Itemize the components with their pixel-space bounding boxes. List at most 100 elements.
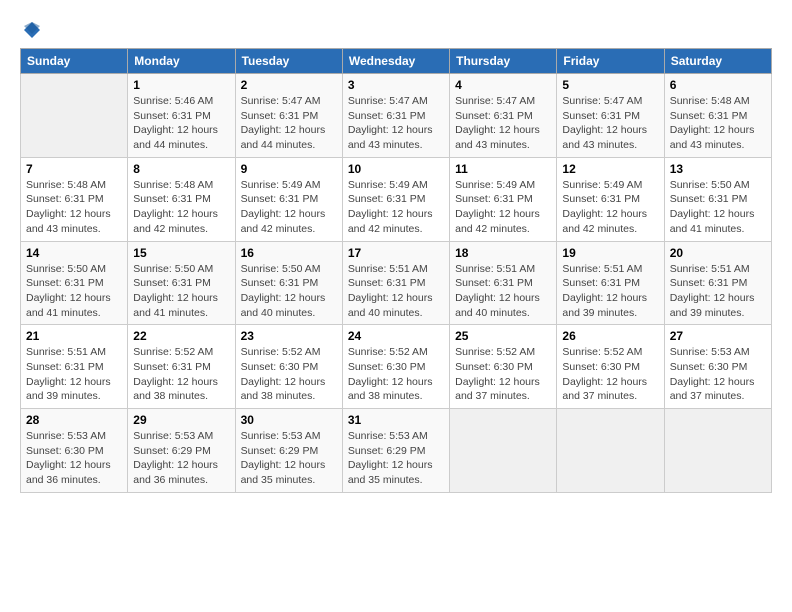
day-info: Sunrise: 5:51 AMSunset: 6:31 PMDaylight:… <box>670 262 766 321</box>
day-info: Sunrise: 5:51 AMSunset: 6:31 PMDaylight:… <box>348 262 444 321</box>
day-number: 4 <box>455 78 551 92</box>
day-number: 16 <box>241 246 337 260</box>
calendar-cell: 1 Sunrise: 5:46 AMSunset: 6:31 PMDaylight… <box>128 74 235 158</box>
day-info: Sunrise: 5:49 AMSunset: 6:31 PMDaylight:… <box>455 178 551 237</box>
day-number: 17 <box>348 246 444 260</box>
day-number: 13 <box>670 162 766 176</box>
day-number: 30 <box>241 413 337 427</box>
day-number: 11 <box>455 162 551 176</box>
day-info: Sunrise: 5:49 AMSunset: 6:31 PMDaylight:… <box>241 178 337 237</box>
weekday-header-sunday: Sunday <box>21 49 128 74</box>
day-number: 15 <box>133 246 229 260</box>
day-info: Sunrise: 5:51 AMSunset: 6:31 PMDaylight:… <box>455 262 551 321</box>
calendar-cell: 28 Sunrise: 5:53 AMSunset: 6:30 PMDayligh… <box>21 409 128 493</box>
day-info: Sunrise: 5:47 AMSunset: 6:31 PMDaylight:… <box>562 94 658 153</box>
day-info: Sunrise: 5:51 AMSunset: 6:31 PMDaylight:… <box>26 345 122 404</box>
week-row-5: 28 Sunrise: 5:53 AMSunset: 6:30 PMDayligh… <box>21 409 772 493</box>
day-info: Sunrise: 5:49 AMSunset: 6:31 PMDaylight:… <box>562 178 658 237</box>
calendar-cell <box>664 409 771 493</box>
day-number: 28 <box>26 413 122 427</box>
day-info: Sunrise: 5:53 AMSunset: 6:30 PMDaylight:… <box>26 429 122 488</box>
day-info: Sunrise: 5:53 AMSunset: 6:29 PMDaylight:… <box>133 429 229 488</box>
day-info: Sunrise: 5:50 AMSunset: 6:31 PMDaylight:… <box>241 262 337 321</box>
calendar-cell: 17 Sunrise: 5:51 AMSunset: 6:31 PMDayligh… <box>342 241 449 325</box>
calendar-cell: 23 Sunrise: 5:52 AMSunset: 6:30 PMDayligh… <box>235 325 342 409</box>
calendar-cell <box>21 74 128 158</box>
calendar-cell: 20 Sunrise: 5:51 AMSunset: 6:31 PMDayligh… <box>664 241 771 325</box>
day-info: Sunrise: 5:53 AMSunset: 6:30 PMDaylight:… <box>670 345 766 404</box>
logo-icon <box>22 20 42 40</box>
week-row-1: 1 Sunrise: 5:46 AMSunset: 6:31 PMDaylight… <box>21 74 772 158</box>
day-info: Sunrise: 5:49 AMSunset: 6:31 PMDaylight:… <box>348 178 444 237</box>
calendar-cell: 3 Sunrise: 5:47 AMSunset: 6:31 PMDaylight… <box>342 74 449 158</box>
weekday-header-friday: Friday <box>557 49 664 74</box>
weekday-header-monday: Monday <box>128 49 235 74</box>
week-row-2: 7 Sunrise: 5:48 AMSunset: 6:31 PMDaylight… <box>21 157 772 241</box>
calendar-cell: 14 Sunrise: 5:50 AMSunset: 6:31 PMDayligh… <box>21 241 128 325</box>
day-info: Sunrise: 5:47 AMSunset: 6:31 PMDaylight:… <box>241 94 337 153</box>
day-info: Sunrise: 5:53 AMSunset: 6:29 PMDaylight:… <box>348 429 444 488</box>
page-header <box>20 20 772 40</box>
calendar-cell: 4 Sunrise: 5:47 AMSunset: 6:31 PMDaylight… <box>450 74 557 158</box>
day-info: Sunrise: 5:53 AMSunset: 6:29 PMDaylight:… <box>241 429 337 488</box>
day-info: Sunrise: 5:50 AMSunset: 6:31 PMDaylight:… <box>670 178 766 237</box>
calendar-cell <box>557 409 664 493</box>
day-number: 31 <box>348 413 444 427</box>
day-number: 24 <box>348 329 444 343</box>
calendar-cell: 10Sunrise: 5:49 AMSunset: 6:31 PMDayligh… <box>342 157 449 241</box>
day-info: Sunrise: 5:52 AMSunset: 6:31 PMDaylight:… <box>133 345 229 404</box>
calendar-cell: 8 Sunrise: 5:48 AMSunset: 6:31 PMDaylight… <box>128 157 235 241</box>
day-info: Sunrise: 5:52 AMSunset: 6:30 PMDaylight:… <box>348 345 444 404</box>
week-row-4: 21Sunrise: 5:51 AMSunset: 6:31 PMDayligh… <box>21 325 772 409</box>
day-info: Sunrise: 5:46 AMSunset: 6:31 PMDaylight:… <box>133 94 229 153</box>
logo <box>20 20 42 40</box>
day-number: 1 <box>133 78 229 92</box>
day-number: 25 <box>455 329 551 343</box>
day-number: 12 <box>562 162 658 176</box>
calendar-cell: 2 Sunrise: 5:47 AMSunset: 6:31 PMDaylight… <box>235 74 342 158</box>
day-number: 9 <box>241 162 337 176</box>
day-number: 26 <box>562 329 658 343</box>
calendar-table: SundayMondayTuesdayWednesdayThursdayFrid… <box>20 48 772 493</box>
day-info: Sunrise: 5:47 AMSunset: 6:31 PMDaylight:… <box>455 94 551 153</box>
week-row-3: 14 Sunrise: 5:50 AMSunset: 6:31 PMDayligh… <box>21 241 772 325</box>
calendar-cell: 25 Sunrise: 5:52 AMSunset: 6:30 PMDayligh… <box>450 325 557 409</box>
calendar-cell <box>450 409 557 493</box>
day-info: Sunrise: 5:48 AMSunset: 6:31 PMDaylight:… <box>133 178 229 237</box>
calendar-cell: 12 Sunrise: 5:49 AMSunset: 6:31 PMDayligh… <box>557 157 664 241</box>
day-number: 22 <box>133 329 229 343</box>
day-info: Sunrise: 5:52 AMSunset: 6:30 PMDaylight:… <box>241 345 337 404</box>
calendar-cell: 31 Sunrise: 5:53 AMSunset: 6:29 PMDayligh… <box>342 409 449 493</box>
day-info: Sunrise: 5:47 AMSunset: 6:31 PMDaylight:… <box>348 94 444 153</box>
calendar-cell: 6Sunrise: 5:48 AMSunset: 6:31 PMDaylight… <box>664 74 771 158</box>
day-info: Sunrise: 5:51 AMSunset: 6:31 PMDaylight:… <box>562 262 658 321</box>
calendar-cell: 11 Sunrise: 5:49 AMSunset: 6:31 PMDayligh… <box>450 157 557 241</box>
day-info: Sunrise: 5:52 AMSunset: 6:30 PMDaylight:… <box>455 345 551 404</box>
day-info: Sunrise: 5:50 AMSunset: 6:31 PMDaylight:… <box>26 262 122 321</box>
day-info: Sunrise: 5:50 AMSunset: 6:31 PMDaylight:… <box>133 262 229 321</box>
calendar-cell: 21Sunrise: 5:51 AMSunset: 6:31 PMDayligh… <box>21 325 128 409</box>
weekday-header-row: SundayMondayTuesdayWednesdayThursdayFrid… <box>21 49 772 74</box>
calendar-cell: 29 Sunrise: 5:53 AMSunset: 6:29 PMDayligh… <box>128 409 235 493</box>
day-number: 19 <box>562 246 658 260</box>
day-number: 5 <box>562 78 658 92</box>
weekday-header-saturday: Saturday <box>664 49 771 74</box>
day-info: Sunrise: 5:52 AMSunset: 6:30 PMDaylight:… <box>562 345 658 404</box>
calendar-cell: 30 Sunrise: 5:53 AMSunset: 6:29 PMDayligh… <box>235 409 342 493</box>
day-number: 27 <box>670 329 766 343</box>
day-number: 20 <box>670 246 766 260</box>
calendar-cell: 7 Sunrise: 5:48 AMSunset: 6:31 PMDaylight… <box>21 157 128 241</box>
weekday-header-tuesday: Tuesday <box>235 49 342 74</box>
day-number: 8 <box>133 162 229 176</box>
day-number: 6 <box>670 78 766 92</box>
calendar-cell: 9 Sunrise: 5:49 AMSunset: 6:31 PMDaylight… <box>235 157 342 241</box>
calendar-cell: 15 Sunrise: 5:50 AMSunset: 6:31 PMDayligh… <box>128 241 235 325</box>
day-number: 7 <box>26 162 122 176</box>
day-number: 23 <box>241 329 337 343</box>
calendar-cell: 16 Sunrise: 5:50 AMSunset: 6:31 PMDayligh… <box>235 241 342 325</box>
day-number: 3 <box>348 78 444 92</box>
day-number: 14 <box>26 246 122 260</box>
day-number: 2 <box>241 78 337 92</box>
day-info: Sunrise: 5:48 AMSunset: 6:31 PMDaylight:… <box>26 178 122 237</box>
day-number: 29 <box>133 413 229 427</box>
